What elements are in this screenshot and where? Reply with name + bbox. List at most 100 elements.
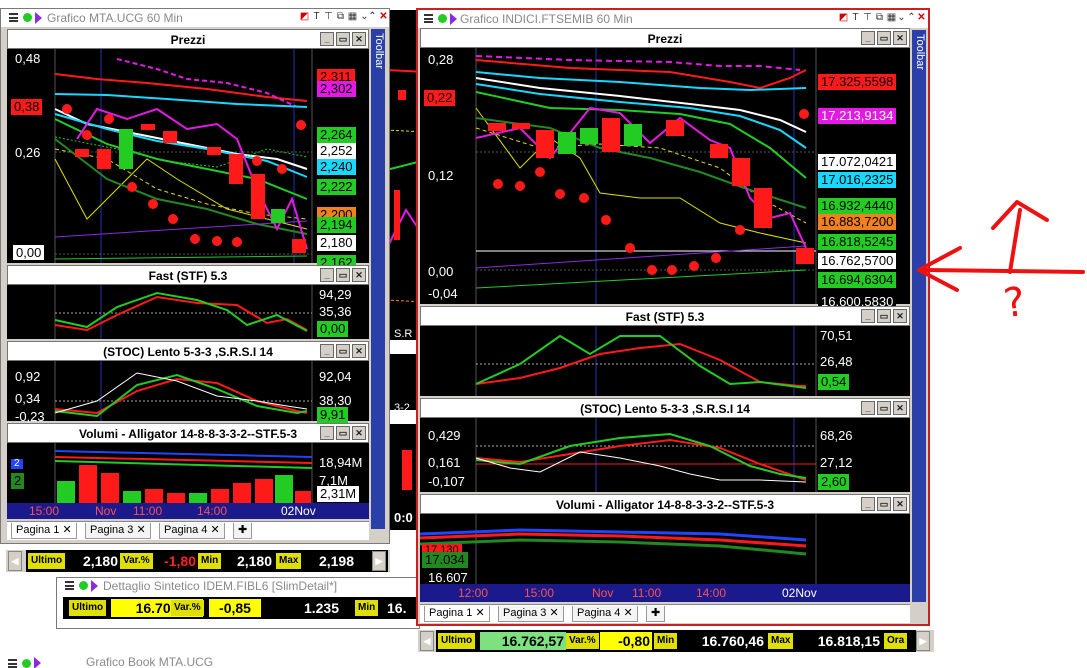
menu-icon[interactable]: [8, 659, 17, 668]
panel-restore-button[interactable]: ▭: [877, 309, 891, 323]
close-icon[interactable]: ✕: [63, 524, 72, 536]
var-label: Var.%: [566, 633, 599, 649]
restore-icon[interactable]: ⧉: [874, 12, 885, 23]
panel-close-button[interactable]: ✕: [352, 268, 366, 282]
panel-restore-button[interactable]: ▭: [336, 268, 350, 282]
play-arrow-icon[interactable]: [91, 580, 98, 592]
scroll-left-icon[interactable]: ◀: [8, 551, 22, 571]
right-price-header: Prezzi _ ▭ ✕: [420, 28, 910, 48]
left-price-chart[interactable]: [7, 49, 369, 263]
book-window-titlebar[interactable]: Grafico Book MTA.UCG: [0, 656, 420, 668]
tab-pagina-3[interactable]: Pagina 3 ✕: [498, 606, 564, 622]
color-icon[interactable]: ◩: [838, 12, 849, 23]
panel-close-button[interactable]: ✕: [352, 32, 366, 46]
detail-window: Dettaglio Sintetico IDEM.FIBL6 [SlimDeta…: [56, 577, 420, 629]
close-icon[interactable]: ✕: [211, 524, 220, 536]
panel-restore-button[interactable]: ▭: [877, 497, 891, 511]
add-tab-icon[interactable]: ✚: [646, 606, 666, 622]
right-volume-chart[interactable]: [420, 514, 910, 584]
panel-close-button[interactable]: ✕: [893, 31, 907, 45]
panel-minimize-button[interactable]: _: [320, 344, 334, 358]
close-icon[interactable]: ✕: [916, 12, 927, 23]
scroll-right-icon[interactable]: ▶: [372, 551, 386, 571]
line-tool-icon[interactable]: ⊤: [862, 12, 873, 23]
panel-minimize-button[interactable]: _: [320, 268, 334, 282]
fast-y-right-1: 94,29: [319, 287, 352, 302]
tab-pagina-4[interactable]: Pagina 4 ✕: [572, 606, 638, 622]
tab-label: Pagina 4: [577, 607, 621, 619]
panel-close-button[interactable]: ✕: [352, 426, 366, 440]
ultimo-label: Ultimo: [438, 633, 476, 649]
left-volume-chart[interactable]: [7, 443, 369, 503]
left-window-titlebar[interactable]: Grafico MTA.UCG 60 Min ◩ T ⊤ ⧉ ▦ ⌄ ⌃ ✕: [1, 9, 389, 27]
left-stoc-panel: (STOC) Lento 5-3-3 ,S.R.S.I 14 _ ▭ ✕ 0,92 …: [7, 341, 369, 424]
stoc-value-tag: 2,60: [818, 474, 850, 490]
detail-quote-bar: Ultimo 16.705 Var.% -0,85 1.235 Min 16.: [63, 597, 419, 619]
background-fragment-2: 3-2: [394, 402, 410, 414]
price-level-tag: 2,302: [317, 81, 356, 97]
panel-minimize-button[interactable]: _: [320, 32, 334, 46]
left-stoc-chart[interactable]: [7, 361, 369, 421]
panel-close-button[interactable]: ✕: [893, 401, 907, 415]
panel-close-button[interactable]: ✕: [352, 344, 366, 358]
panel-close-button[interactable]: ✕: [893, 497, 907, 511]
line-tool-icon[interactable]: ⊤: [323, 11, 334, 22]
panel-minimize-button[interactable]: _: [861, 497, 875, 511]
menu-icon[interactable]: [9, 13, 18, 22]
var-value: -0,80: [600, 632, 652, 650]
panel-minimize-button[interactable]: _: [320, 426, 334, 440]
left-window-title: Grafico MTA.UCG 60 Min: [47, 11, 183, 25]
panel-restore-button[interactable]: ▭: [877, 31, 891, 45]
price-level-tag: 2,264: [317, 127, 356, 143]
panel-minimize-button[interactable]: _: [861, 309, 875, 323]
right-window-title: Grafico INDICI.FTSEMIB 60 Min: [460, 12, 633, 26]
min-value: 16.: [387, 600, 407, 616]
maximize-icon[interactable]: ⌃: [367, 11, 378, 22]
stoc-y-right-1: 92,04: [319, 369, 352, 384]
panel-restore-button[interactable]: ▭: [336, 426, 350, 440]
right-price-panel: Prezzi _ ▭ ✕ 0,28 0,12 0,00 -0,04 0,22 1…: [420, 28, 910, 310]
panel-minimize-button[interactable]: _: [861, 31, 875, 45]
close-icon[interactable]: ✕: [550, 607, 559, 619]
right-window-titlebar[interactable]: Grafico INDICI.FTSEMIB 60 Min ◩ T ⊤ ⧉ ▦ …: [418, 10, 928, 28]
price-level-tag: 16.932,4440: [818, 198, 897, 214]
add-tab-icon[interactable]: ✚: [233, 523, 253, 539]
text-tool-icon[interactable]: T: [311, 11, 322, 22]
y-label-mid: 0,12: [428, 168, 454, 183]
text-tool-icon[interactable]: T: [850, 12, 861, 23]
tab-pagina-1[interactable]: Pagina 1 ✕: [424, 606, 490, 622]
background-fragment-1: S.R: [394, 328, 413, 340]
right-fast-header: Fast (STF) 5.3 _ ▭ ✕: [420, 306, 910, 326]
price-level-tag: 17.325,5598: [818, 74, 897, 90]
panel-restore-button[interactable]: ▭: [336, 32, 350, 46]
fast-y-right-2: 35,36: [319, 304, 352, 319]
x-tick: 12:00: [458, 586, 489, 600]
left-fast-chart[interactable]: [7, 285, 369, 339]
menu-icon[interactable]: [65, 581, 74, 590]
restore-icon[interactable]: ⧉: [335, 11, 346, 22]
tab-pagina-3[interactable]: Pagina 3 ✕: [85, 523, 151, 539]
panel-restore-button[interactable]: ▭: [877, 401, 891, 415]
color-icon[interactable]: ◩: [299, 11, 310, 22]
panel-restore-button[interactable]: ▭: [336, 344, 350, 358]
close-icon[interactable]: ✕: [624, 607, 633, 619]
scroll-right-icon[interactable]: ▶: [916, 631, 930, 651]
tab-pagina-1[interactable]: Pagina 1 ✕: [11, 523, 77, 539]
close-icon[interactable]: ✕: [476, 607, 485, 619]
play-arrow-icon[interactable]: [450, 13, 457, 25]
close-icon[interactable]: ✕: [378, 11, 389, 22]
menu-icon[interactable]: [424, 14, 433, 23]
tab-pagina-4[interactable]: Pagina 4 ✕: [159, 523, 225, 539]
panel-title: (STOC) Lento 5-3-3 ,S.R.S.I 14: [103, 345, 273, 359]
max-value: 16.818,15: [817, 633, 880, 649]
scroll-left-icon[interactable]: ◀: [420, 631, 434, 651]
play-arrow-icon[interactable]: [35, 12, 42, 24]
price-level-tag: 17.072,0421: [818, 154, 897, 170]
tile-icon[interactable]: ▦: [347, 11, 358, 22]
close-icon[interactable]: ✕: [137, 524, 146, 536]
left-vertical-toolbar[interactable]: Toolbar: [371, 29, 385, 529]
panel-minimize-button[interactable]: _: [861, 401, 875, 415]
price-level-tag: 16.762,5700: [818, 253, 897, 269]
detail-titlebar[interactable]: Dettaglio Sintetico IDEM.FIBL6 [SlimDeta…: [57, 578, 419, 594]
play-arrow-icon[interactable]: [34, 657, 41, 668]
